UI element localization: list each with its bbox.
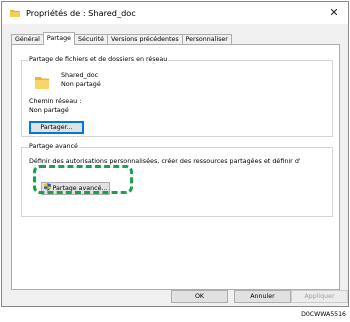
callout-highlight	[33, 165, 133, 194]
apply-button[interactable]: Appliquer	[291, 290, 348, 303]
folder-icon	[10, 10, 20, 17]
ok-button[interactable]: OK	[171, 290, 228, 303]
network-share-legend: Partage de fichiers et de dossiers en ré…	[28, 56, 169, 63]
title-bar: Propriétés de : Shared_doc ✕	[2, 2, 348, 24]
window-title: Propriétés de : Shared_doc	[26, 8, 136, 18]
share-name: Shared_doc	[61, 71, 99, 79]
figure-code: D0CWWA5516	[301, 311, 346, 318]
advanced-share-description: Définir des autorisations personnalisées…	[29, 157, 301, 165]
advanced-share-legend: Partage avancé	[28, 143, 79, 150]
network-share-group: Partage de fichiers et de dossiers en ré…	[21, 56, 333, 137]
share-status: Non partagé	[61, 80, 101, 88]
share-button[interactable]: Partager...	[29, 121, 84, 134]
network-path-label: Chemin réseau :	[29, 97, 82, 105]
dialog-body: Général Partage Sécurité Versions précéd…	[2, 24, 348, 306]
network-path-value: Non partagé	[29, 106, 69, 114]
shared-folder-icon	[35, 77, 49, 89]
properties-dialog: Propriétés de : Shared_doc ✕ Général Par…	[1, 1, 349, 307]
tab-sharing[interactable]: Partage	[42, 32, 75, 45]
cancel-button[interactable]: Annuler	[234, 290, 291, 303]
sharing-tab-panel: Partage de fichiers et de dossiers en ré…	[11, 44, 340, 290]
close-button[interactable]: ✕	[328, 6, 340, 19]
